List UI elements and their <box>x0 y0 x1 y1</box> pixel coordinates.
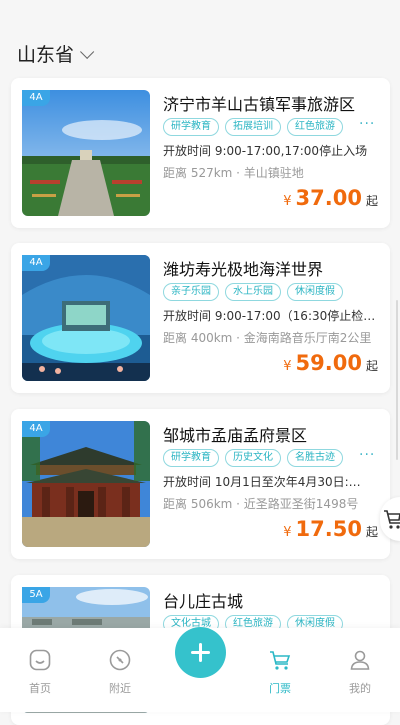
tag-list: 研学教育 历史文化 名胜古迹 <box>163 449 343 467</box>
distance-address: 距离 506km · 近圣路亚圣街1498号 <box>163 497 359 511</box>
currency-symbol: ¥ <box>283 525 292 540</box>
compass-icon <box>109 649 131 671</box>
attraction-title: 济宁市羊山古镇军事旅游区 <box>163 95 356 114</box>
opening-hours: 开放时间 10月1日至次年4月30日:… <box>163 475 361 489</box>
level-badge: 4A <box>22 421 50 437</box>
more-tags-icon[interactable]: ··· <box>359 447 375 463</box>
attraction-card[interactable]: 4A 济宁市羊山古镇军事旅游区 研学教育 拓展培训 红色旅游 ··· 开放时间 … <box>11 78 390 228</box>
cart-icon <box>384 510 400 529</box>
tab-tickets[interactable]: 门票 <box>250 648 310 696</box>
tab-home-label: 首页 <box>29 682 51 695</box>
level-badge: 4A <box>22 90 50 106</box>
price-value: 17.50 <box>295 517 362 541</box>
distance-address: 距离 527km · 羊山镇驻地 <box>163 166 304 180</box>
user-icon <box>350 650 370 670</box>
attraction-thumbnail <box>22 255 150 381</box>
tab-mine-label: 我的 <box>349 682 371 695</box>
tag: 名胜古迹 <box>287 449 343 467</box>
tag: 拓展培训 <box>225 118 281 136</box>
region-selector[interactable]: 山东省 <box>17 40 95 67</box>
tag: 研学教育 <box>163 118 219 136</box>
cart-icon <box>270 651 291 670</box>
price: ¥ 17.50 起 <box>283 517 378 541</box>
tag-list: 亲子乐园 水上乐园 休闲度假 <box>163 283 343 301</box>
level-badge: 5A <box>22 587 50 603</box>
price-value: 59.00 <box>295 351 362 375</box>
currency-symbol: ¥ <box>283 194 292 209</box>
price: ¥ 59.00 起 <box>283 351 378 375</box>
opening-hours: 开放时间 9:00-17:00,17:00停止入场 <box>163 144 368 158</box>
attraction-title: 台儿庄古城 <box>163 592 244 611</box>
currency-symbol: ¥ <box>283 359 292 374</box>
opening-hours: 开放时间 9:00-17:00（16:30停止检… <box>163 309 376 323</box>
distance-address: 距离 400km · 金海南路音乐厅南2公里 <box>163 331 372 345</box>
tab-home[interactable]: 首页 <box>10 648 70 696</box>
price-suffix: 起 <box>365 194 378 208</box>
attraction-thumbnail <box>22 421 150 547</box>
price: ¥ 37.00 起 <box>283 186 378 210</box>
tag: 水上乐园 <box>225 283 281 301</box>
tab-nearby-label: 附近 <box>109 682 131 695</box>
tab-tickets-label: 门票 <box>269 682 291 695</box>
tag: 红色旅游 <box>287 118 343 136</box>
home-icon <box>29 649 51 671</box>
attraction-title: 邹城市孟庙孟府景区 <box>163 426 308 445</box>
add-button[interactable] <box>175 627 226 678</box>
attraction-card[interactable]: 4A 邹城市孟庙孟府景区 研学教育 历史文化 名胜古迹 ··· 开放时间 10月… <box>11 409 390 559</box>
attraction-thumbnail <box>22 90 150 216</box>
price-suffix: 起 <box>365 525 378 539</box>
tag: 亲子乐园 <box>163 283 219 301</box>
tag: 历史文化 <box>225 449 281 467</box>
attraction-title: 潍坊寿光极地海洋世界 <box>163 260 324 279</box>
more-tags-icon[interactable]: ··· <box>359 116 375 132</box>
tab-nearby[interactable]: 附近 <box>90 648 150 696</box>
region-label: 山东省 <box>17 44 75 66</box>
price-value: 37.00 <box>295 186 362 210</box>
header: 山东省 <box>0 0 400 72</box>
tab-bar: 首页 附近 门票 我的 <box>0 627 400 712</box>
attraction-card[interactable]: 4A 潍坊寿光极地海洋世界 亲子乐园 水上乐园 休闲度假 开放时间 9:00-1… <box>11 243 390 393</box>
floating-cart-button[interactable] <box>380 497 400 541</box>
chevron-down-icon <box>80 44 95 59</box>
tag: 休闲度假 <box>287 283 343 301</box>
tag-list: 研学教育 拓展培训 红色旅游 <box>163 118 343 136</box>
scrollbar[interactable] <box>396 300 398 460</box>
tab-mine[interactable]: 我的 <box>330 648 390 696</box>
level-badge: 4A <box>22 255 50 271</box>
tag: 研学教育 <box>163 449 219 467</box>
price-suffix: 起 <box>365 359 378 373</box>
